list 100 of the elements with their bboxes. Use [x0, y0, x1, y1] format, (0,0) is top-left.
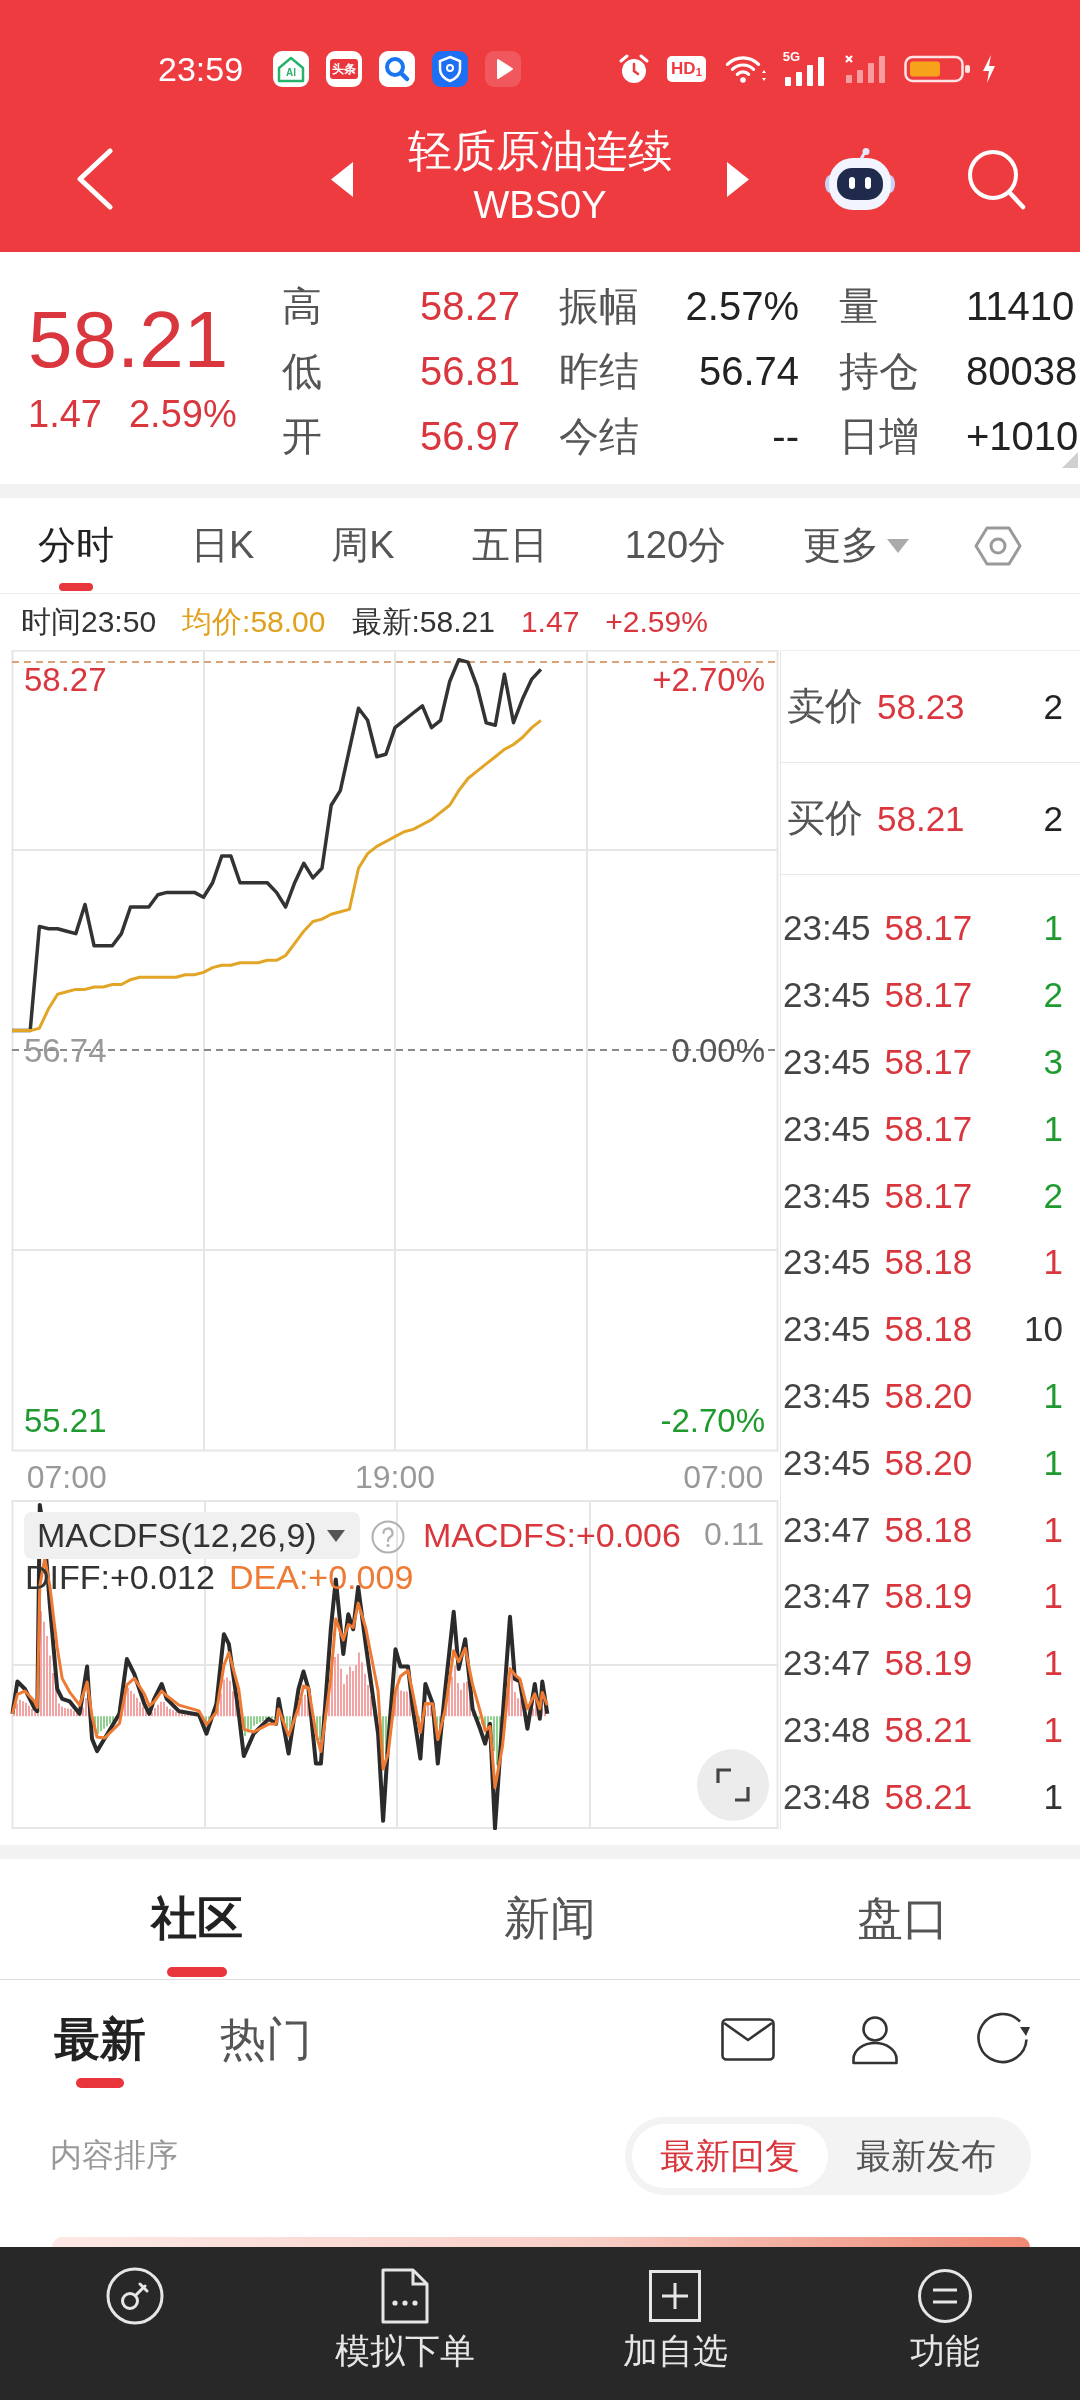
chart-tab[interactable]: 120分 [624, 498, 727, 593]
stat-label: 今结 [559, 412, 639, 460]
y-axis-label: 58.27 [24, 660, 107, 698]
expand-icon [716, 1768, 750, 1802]
quote-label: 卖价 [787, 684, 863, 729]
settings-icon[interactable] [974, 525, 1023, 566]
trade-time: 23:45 [783, 1442, 871, 1483]
quote-price: 58.21 [877, 798, 965, 839]
last-price: 58.21 [28, 300, 229, 380]
chart-info-text: 均价:58.00 [182, 603, 326, 640]
stat-value: 58.27 [419, 282, 520, 330]
trade-volume: 1 [1043, 1709, 1063, 1750]
alarm-icon [618, 53, 651, 85]
trade-price: 58.17 [884, 1042, 973, 1082]
trade-price: 58.18 [884, 1509, 973, 1550]
x-axis-label: 07:00 [683, 1459, 764, 1495]
caret-icon [887, 538, 910, 553]
trade-volume: 1 [1043, 1375, 1063, 1416]
feed-tab[interactable]: 最新 [54, 1980, 146, 2099]
chart-info-text: 1.47 [520, 605, 580, 639]
price-change: 1.47 [28, 394, 102, 434]
trade-volume: 3 [1043, 1042, 1063, 1082]
trade-volume: 2 [1043, 1175, 1063, 1216]
axis-max-label: 0.11 [704, 1515, 764, 1554]
trade-volume: 1 [1043, 1108, 1063, 1149]
magnifier-app-icon [379, 51, 416, 87]
chart-info-text: 最新:58.21 [351, 603, 495, 640]
caret-icon [326, 1529, 345, 1542]
stat-value: 11410 [966, 282, 1075, 330]
y-axis-label: 56.74 [24, 1031, 107, 1069]
trade-volume: 1 [1043, 1509, 1063, 1550]
stat-value: -- [772, 412, 799, 460]
trade-time: 23:45 [783, 975, 871, 1016]
stat-label: 高 [282, 282, 322, 330]
trade-price: 58.20 [884, 1375, 973, 1416]
nav-item[interactable]: 加自选 [622, 2247, 728, 2371]
more-dropdown[interactable]: 更多 [803, 498, 910, 593]
trade-time: 23:47 [783, 1643, 871, 1684]
trade-time: 23:48 [783, 1709, 871, 1750]
quote-price: 58.23 [877, 686, 965, 727]
hd-badge: HD$_{1}$ [667, 56, 706, 82]
trade-price: 58.21 [884, 1776, 973, 1817]
chart-tab[interactable]: 日K [191, 498, 255, 593]
trade-volume: 1 [1043, 908, 1063, 949]
trade-volume: 10 [1024, 1309, 1063, 1350]
triangle-right-icon[interactable] [727, 161, 749, 197]
no-signal-icon [843, 54, 887, 84]
chart-info-text: 时间23:50 [21, 603, 157, 640]
trade-volume: 1 [1043, 1643, 1063, 1684]
dea-value: DEA:+0.009 [229, 1557, 414, 1597]
circle-key-icon [106, 2267, 164, 2325]
x-axis-label: 07:00 [26, 1459, 107, 1495]
trade-price: 58.18 [884, 1309, 973, 1350]
sort-option[interactable]: 最新回复 [632, 2124, 828, 2188]
battery-icon [903, 54, 972, 84]
trade-price: 58.17 [884, 908, 973, 949]
chart-tab[interactable]: 五日 [471, 498, 548, 593]
trade-time: 23:45 [783, 1375, 871, 1416]
add-icon [649, 2270, 701, 2322]
section-tab[interactable]: 新闻 [504, 1859, 596, 1979]
trade-volume: 2 [1043, 975, 1063, 1016]
corner-triangle-icon [1062, 452, 1078, 468]
chart-tab[interactable]: 分时 [38, 498, 114, 593]
quote-volume: 2 [1043, 798, 1063, 839]
back-icon[interactable] [76, 148, 114, 210]
y-axis-label: 55.21 [24, 1402, 107, 1440]
menu-icon [918, 2269, 972, 2323]
robot-icon[interactable] [825, 148, 895, 210]
section-tab[interactable]: 盘口 [857, 1859, 950, 1979]
trade-price: 58.17 [884, 975, 973, 1016]
app-icon-label: 头条 [330, 59, 359, 79]
sort-option[interactable]: 最新发布 [828, 2124, 1024, 2188]
macd-value: MACDFS:+0.006 [423, 1515, 681, 1555]
trade-time: 23:48 [783, 1776, 871, 1817]
triangle-left-icon[interactable] [331, 161, 353, 197]
search-icon[interactable] [966, 148, 1026, 210]
trade-price: 58.17 [884, 1108, 973, 1149]
percent-change: 2.59% [128, 394, 237, 434]
nav-item[interactable]: 功能 [910, 2247, 980, 2371]
stat-label: 持仓 [839, 347, 919, 395]
profile-icon[interactable] [851, 2014, 899, 2065]
sort-label: 内容排序 [50, 2136, 178, 2175]
x-axis-label: 19:00 [354, 1459, 436, 1495]
app-icon-label: AI [286, 68, 297, 78]
indicator-dropdown[interactable]: MACDFS(12,26,9) [24, 1512, 360, 1559]
mail-icon[interactable] [721, 2018, 775, 2061]
trade-price: 58.18 [884, 1242, 973, 1283]
document-icon [381, 2268, 429, 2324]
feed-tab[interactable]: 热门 [220, 1980, 312, 2099]
shield-app-icon [432, 51, 469, 87]
percent-axis-label: +2.70% [652, 660, 765, 698]
chart-info-text: +2.59% [605, 605, 708, 639]
play-app-icon [485, 51, 522, 87]
trade-time: 23:45 [783, 1175, 871, 1216]
section-tab[interactable]: 社区 [150, 1859, 243, 1979]
trade-price: 58.21 [884, 1709, 973, 1750]
trade-volume: 1 [1043, 1776, 1063, 1817]
stat-label: 振幅 [559, 282, 639, 330]
nav-item[interactable]: 模拟下单 [335, 2247, 475, 2371]
chart-tab[interactable]: 周K [331, 498, 395, 593]
